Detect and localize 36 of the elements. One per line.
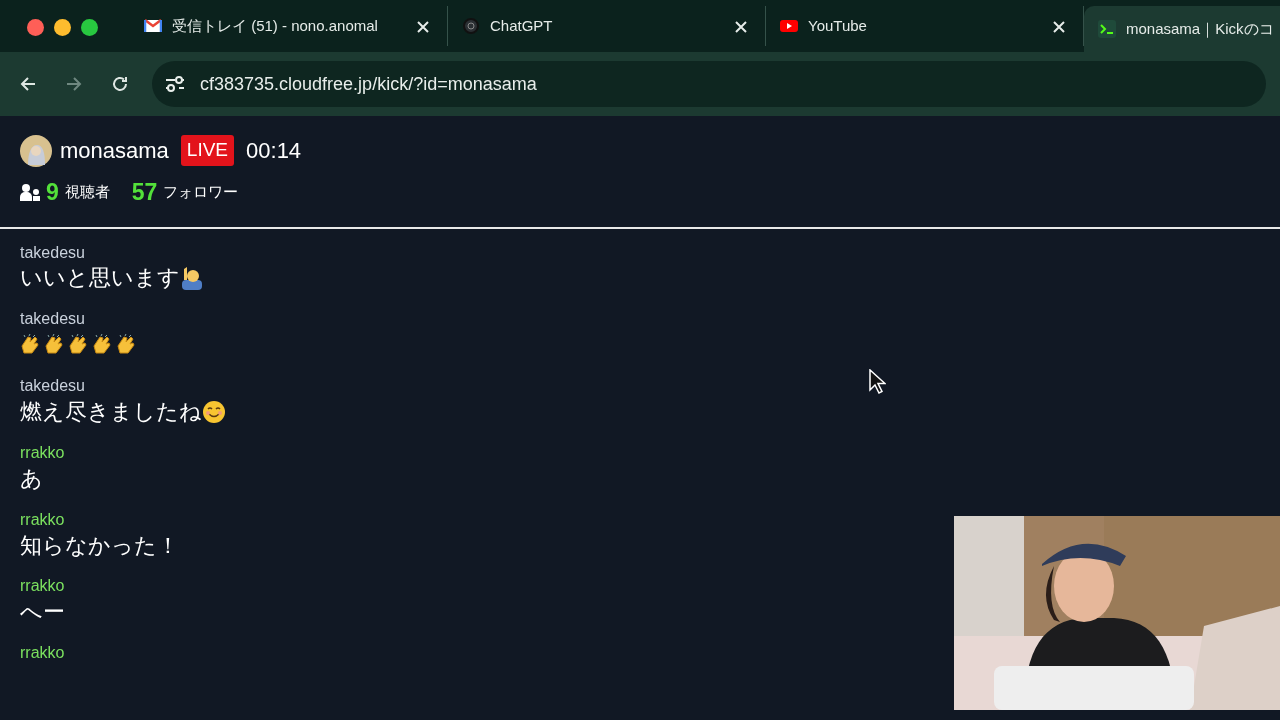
chat-message: あ (20, 464, 43, 493)
live-badge: LIVE (180, 135, 235, 166)
site-settings-icon[interactable] (164, 73, 186, 95)
chat-logo-icon (462, 17, 480, 35)
person-raising-hand-icon (180, 266, 204, 291)
follower-count: 57 (131, 178, 158, 207)
chat-username: rrakko (20, 576, 65, 597)
chat-username: takedesu (20, 376, 85, 397)
chat-message: 知らなかった！ (20, 531, 179, 560)
chat-username: rrakko (20, 509, 65, 530)
chat-message: いいと思います (20, 264, 180, 293)
followers-label: フォロワー (163, 182, 239, 202)
smiling-face-icon (202, 399, 226, 424)
chat-message: 燃え尽きましたね (20, 398, 202, 427)
browser-tab[interactable]: YouTube (766, 6, 1084, 46)
avatar (20, 134, 52, 167)
mouse-cursor-icon (869, 369, 886, 394)
stream-duration: 00:14 (246, 137, 302, 165)
browser-tab[interactable]: ChatGPT (448, 6, 766, 46)
viewer-count: 9 (46, 178, 59, 207)
chat-username: rrakko (20, 442, 65, 463)
browser-tab[interactable]: 受信トレイ (51) - nono.anomal (130, 6, 448, 46)
viewers-label: 視聴者 (64, 182, 110, 202)
viewers-icon (20, 183, 40, 201)
mail-icon (144, 17, 162, 35)
chat-username: rrakko (20, 643, 65, 664)
browser-tab[interactable]: monasama｜Kickのコ (1084, 6, 1280, 52)
chat-message: へー (20, 598, 65, 627)
terminal-icon (1098, 20, 1116, 38)
reload-icon[interactable] (110, 74, 130, 94)
address-bar[interactable]: cf383735.cloudfree.jp/kick/?id=monasama (152, 61, 1266, 107)
channel-name: monasama (60, 137, 169, 165)
url-text: cf383735.cloudfree.jp/kick/?id=monasama (200, 72, 537, 96)
chat-username: takedesu (20, 242, 85, 263)
chat-username: takedesu (20, 309, 85, 330)
video-play-icon (780, 17, 798, 35)
